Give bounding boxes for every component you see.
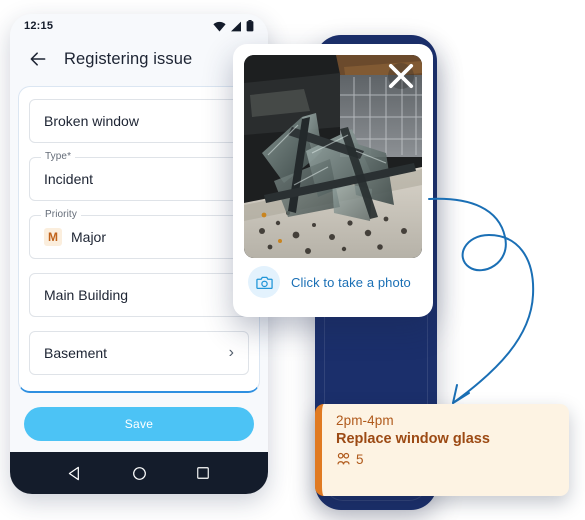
task-people-meta: 5 xyxy=(336,452,555,467)
take-photo-label[interactable]: Click to take a photo xyxy=(291,275,411,290)
task-title: Replace window glass xyxy=(336,431,490,447)
phone-frame: 12:15 Registering issue Broken window Ty… xyxy=(10,14,268,494)
field-priority-value: Major xyxy=(71,229,107,245)
issue-photo xyxy=(244,55,422,258)
task-time-range: 2pm-4pm xyxy=(336,413,394,428)
field-building[interactable]: Main Building xyxy=(29,273,249,317)
task-people-count: 5 xyxy=(356,452,364,467)
battery-icon xyxy=(246,20,254,32)
signal-icon xyxy=(231,21,241,31)
status-bar-time: 12:15 xyxy=(24,20,54,32)
status-bar-icons xyxy=(213,20,254,32)
field-building-value: Main Building xyxy=(44,287,129,303)
nav-home-icon[interactable] xyxy=(132,466,147,481)
status-bar: 12:15 xyxy=(10,14,268,38)
close-icon xyxy=(388,63,414,89)
close-photo-button[interactable] xyxy=(388,63,414,89)
field-summary-value: Broken window xyxy=(44,113,139,129)
priority-badge: M xyxy=(44,228,62,246)
wifi-icon xyxy=(213,21,226,31)
take-photo-row[interactable]: Click to take a photo xyxy=(244,258,422,306)
field-type-label: Type* xyxy=(41,151,76,162)
field-type-value: Incident xyxy=(44,171,94,187)
field-priority-label: Priority xyxy=(41,209,81,220)
photo-popup-card: Click to take a photo xyxy=(233,44,433,317)
field-location[interactable]: Basement › xyxy=(29,331,249,375)
task-note-card[interactable]: 2pm-4pm Replace window glass 5 xyxy=(315,404,569,496)
save-button-container: Save xyxy=(10,407,268,452)
field-priority[interactable]: Priority M Major xyxy=(29,209,249,259)
chevron-right-icon: › xyxy=(228,344,234,361)
screenshot-stage: 12:15 Registering issue Broken window Ty… xyxy=(0,0,585,520)
curved-arrow-icon xyxy=(428,197,535,404)
nav-back-icon[interactable] xyxy=(68,466,83,481)
people-icon xyxy=(337,452,350,465)
back-arrow-icon[interactable] xyxy=(28,49,48,69)
page-title: Registering issue xyxy=(64,49,193,68)
save-button[interactable]: Save xyxy=(24,407,254,441)
app-bar: Registering issue xyxy=(10,38,268,80)
android-nav-bar xyxy=(10,452,268,494)
issue-form-card: Broken window Type* Incident Priority M … xyxy=(18,86,260,393)
nav-recents-icon[interactable] xyxy=(196,466,210,480)
field-summary[interactable]: Broken window xyxy=(29,99,249,143)
camera-button[interactable] xyxy=(248,266,280,298)
camera-icon xyxy=(255,276,273,289)
field-location-value: Basement xyxy=(44,345,108,361)
field-type[interactable]: Type* Incident xyxy=(29,151,249,201)
